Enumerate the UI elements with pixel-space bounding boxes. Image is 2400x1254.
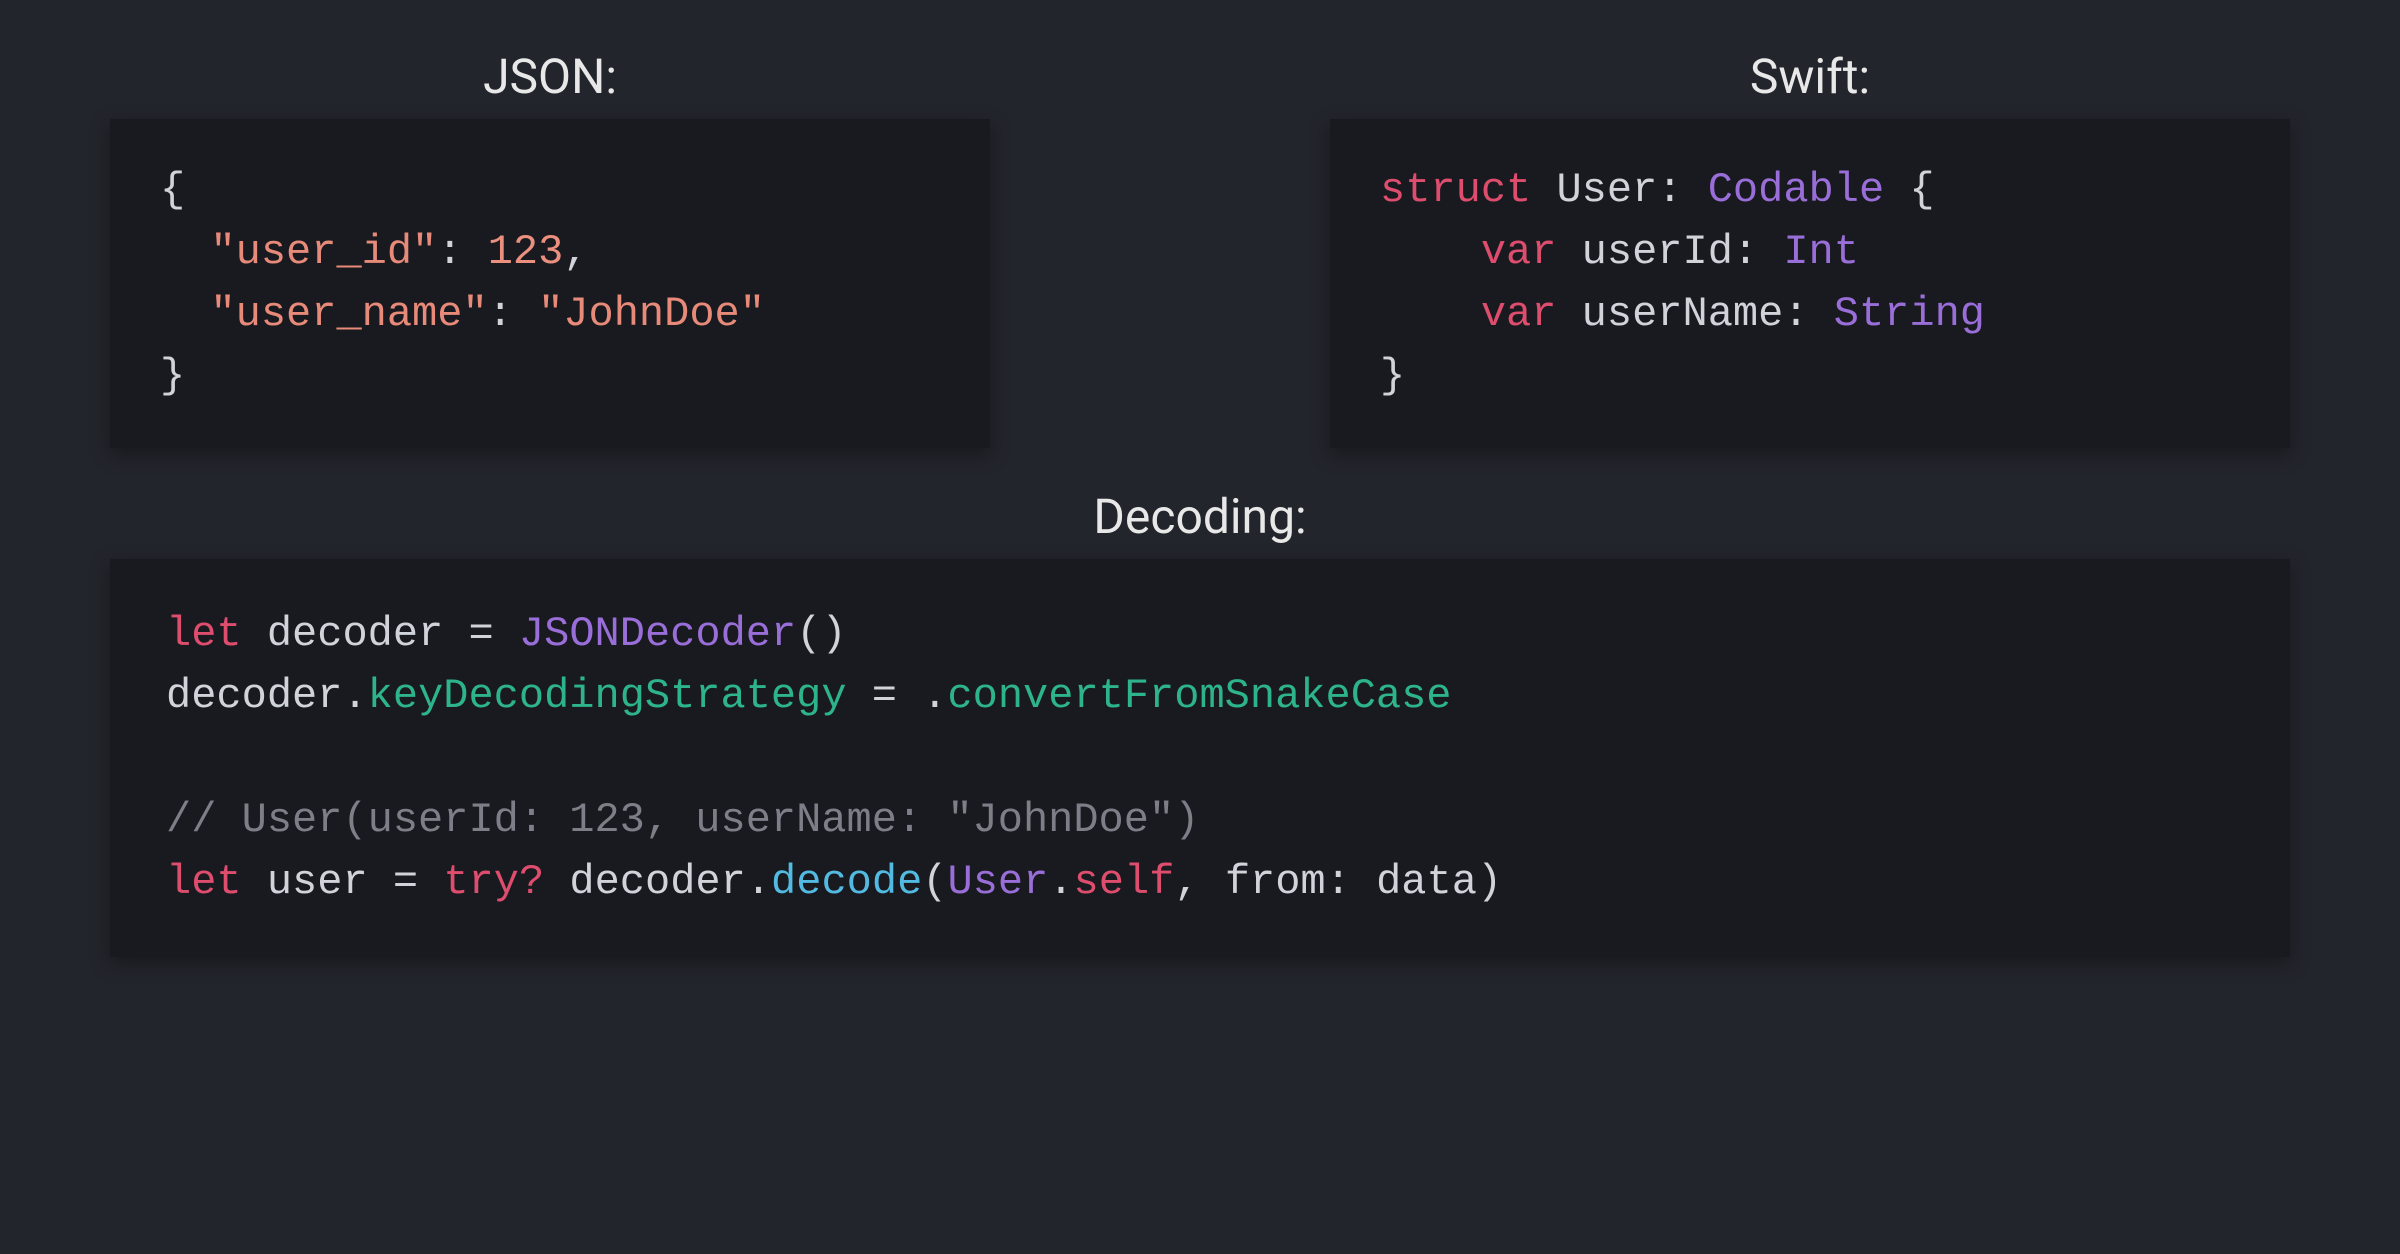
fn-decode: decode (771, 858, 922, 906)
colon: : (1657, 166, 1682, 214)
type-int: Int (1783, 228, 1859, 276)
canvas: JSON: { "user_id": 123, "user_name": "Jo… (0, 0, 2400, 1254)
kw-try: try (443, 858, 519, 906)
type-string: String (1834, 290, 1985, 338)
kw-struct: struct (1380, 166, 1531, 214)
proto-codable: Codable (1708, 166, 1884, 214)
brace-close: } (1380, 352, 1405, 400)
decoding-title: Decoding: (1093, 488, 1306, 545)
kw-let-2: let (166, 858, 242, 906)
type-user-ref: User (948, 858, 1049, 906)
json-column: JSON: { "user_id": 123, "user_name": "Jo… (110, 48, 990, 448)
kw-var-1: var (1481, 228, 1557, 276)
id-data: data (1376, 858, 1477, 906)
swift-code: struct User: Codable { var userId: Int v… (1380, 159, 2240, 408)
id-decoder-1: decoder (267, 610, 443, 658)
json-close-brace: } (160, 352, 185, 400)
json-code-box: { "user_id": 123, "user_name": "JohnDoe"… (110, 119, 990, 448)
json-title: JSON: (483, 48, 617, 105)
bottom-row: Decoding: let decoder = JSONDecoder() de… (110, 488, 2290, 958)
type-user-decl: User (1556, 166, 1657, 214)
parens-empty: () (796, 610, 846, 658)
swift-title: Swift: (1750, 48, 1870, 105)
prop-keydecodingstrategy: keyDecodingStrategy (368, 672, 847, 720)
swift-column: Swift: struct User: Codable { var userId… (1330, 48, 2290, 448)
json-comma: , (563, 228, 588, 276)
id-user: user (267, 858, 368, 906)
type-jsondecoder: JSONDecoder (519, 610, 796, 658)
field-userid: userId (1582, 228, 1733, 276)
brace-open: { (1909, 166, 1934, 214)
json-colon-2: : (488, 290, 513, 338)
case-convertfromsnakecase: convertFromSnakeCase (947, 672, 1451, 720)
json-key-user-name: "user_name" (210, 290, 487, 338)
field-username: userName (1582, 290, 1784, 338)
kw-let-1: let (166, 610, 242, 658)
decoding-code-box: let decoder = JSONDecoder() decoder.keyD… (110, 559, 2290, 958)
json-key-user-id: "user_id" (210, 228, 437, 276)
json-colon: : (437, 228, 462, 276)
arg-from: from (1225, 858, 1326, 906)
kw-var-2: var (1481, 290, 1557, 338)
top-row: JSON: { "user_id": 123, "user_name": "Jo… (110, 48, 2290, 448)
decoding-code: let decoder = JSONDecoder() decoder.keyD… (166, 603, 2234, 914)
json-open-brace: { (160, 166, 185, 214)
swift-code-box: struct User: Codable { var userId: Int v… (1330, 119, 2290, 448)
id-decoder-3: decoder (569, 858, 745, 906)
comment-line: // User(userId: 123, userName: "JohnDoe"… (166, 796, 1199, 844)
json-value-user-name: "JohnDoe" (538, 290, 765, 338)
try-qmark: ? (519, 858, 544, 906)
json-code: { "user_id": 123, "user_name": "JohnDoe"… (160, 159, 940, 408)
id-decoder-2: decoder (166, 672, 342, 720)
json-value-user-id: 123 (488, 228, 564, 276)
kw-self: self (1074, 858, 1175, 906)
